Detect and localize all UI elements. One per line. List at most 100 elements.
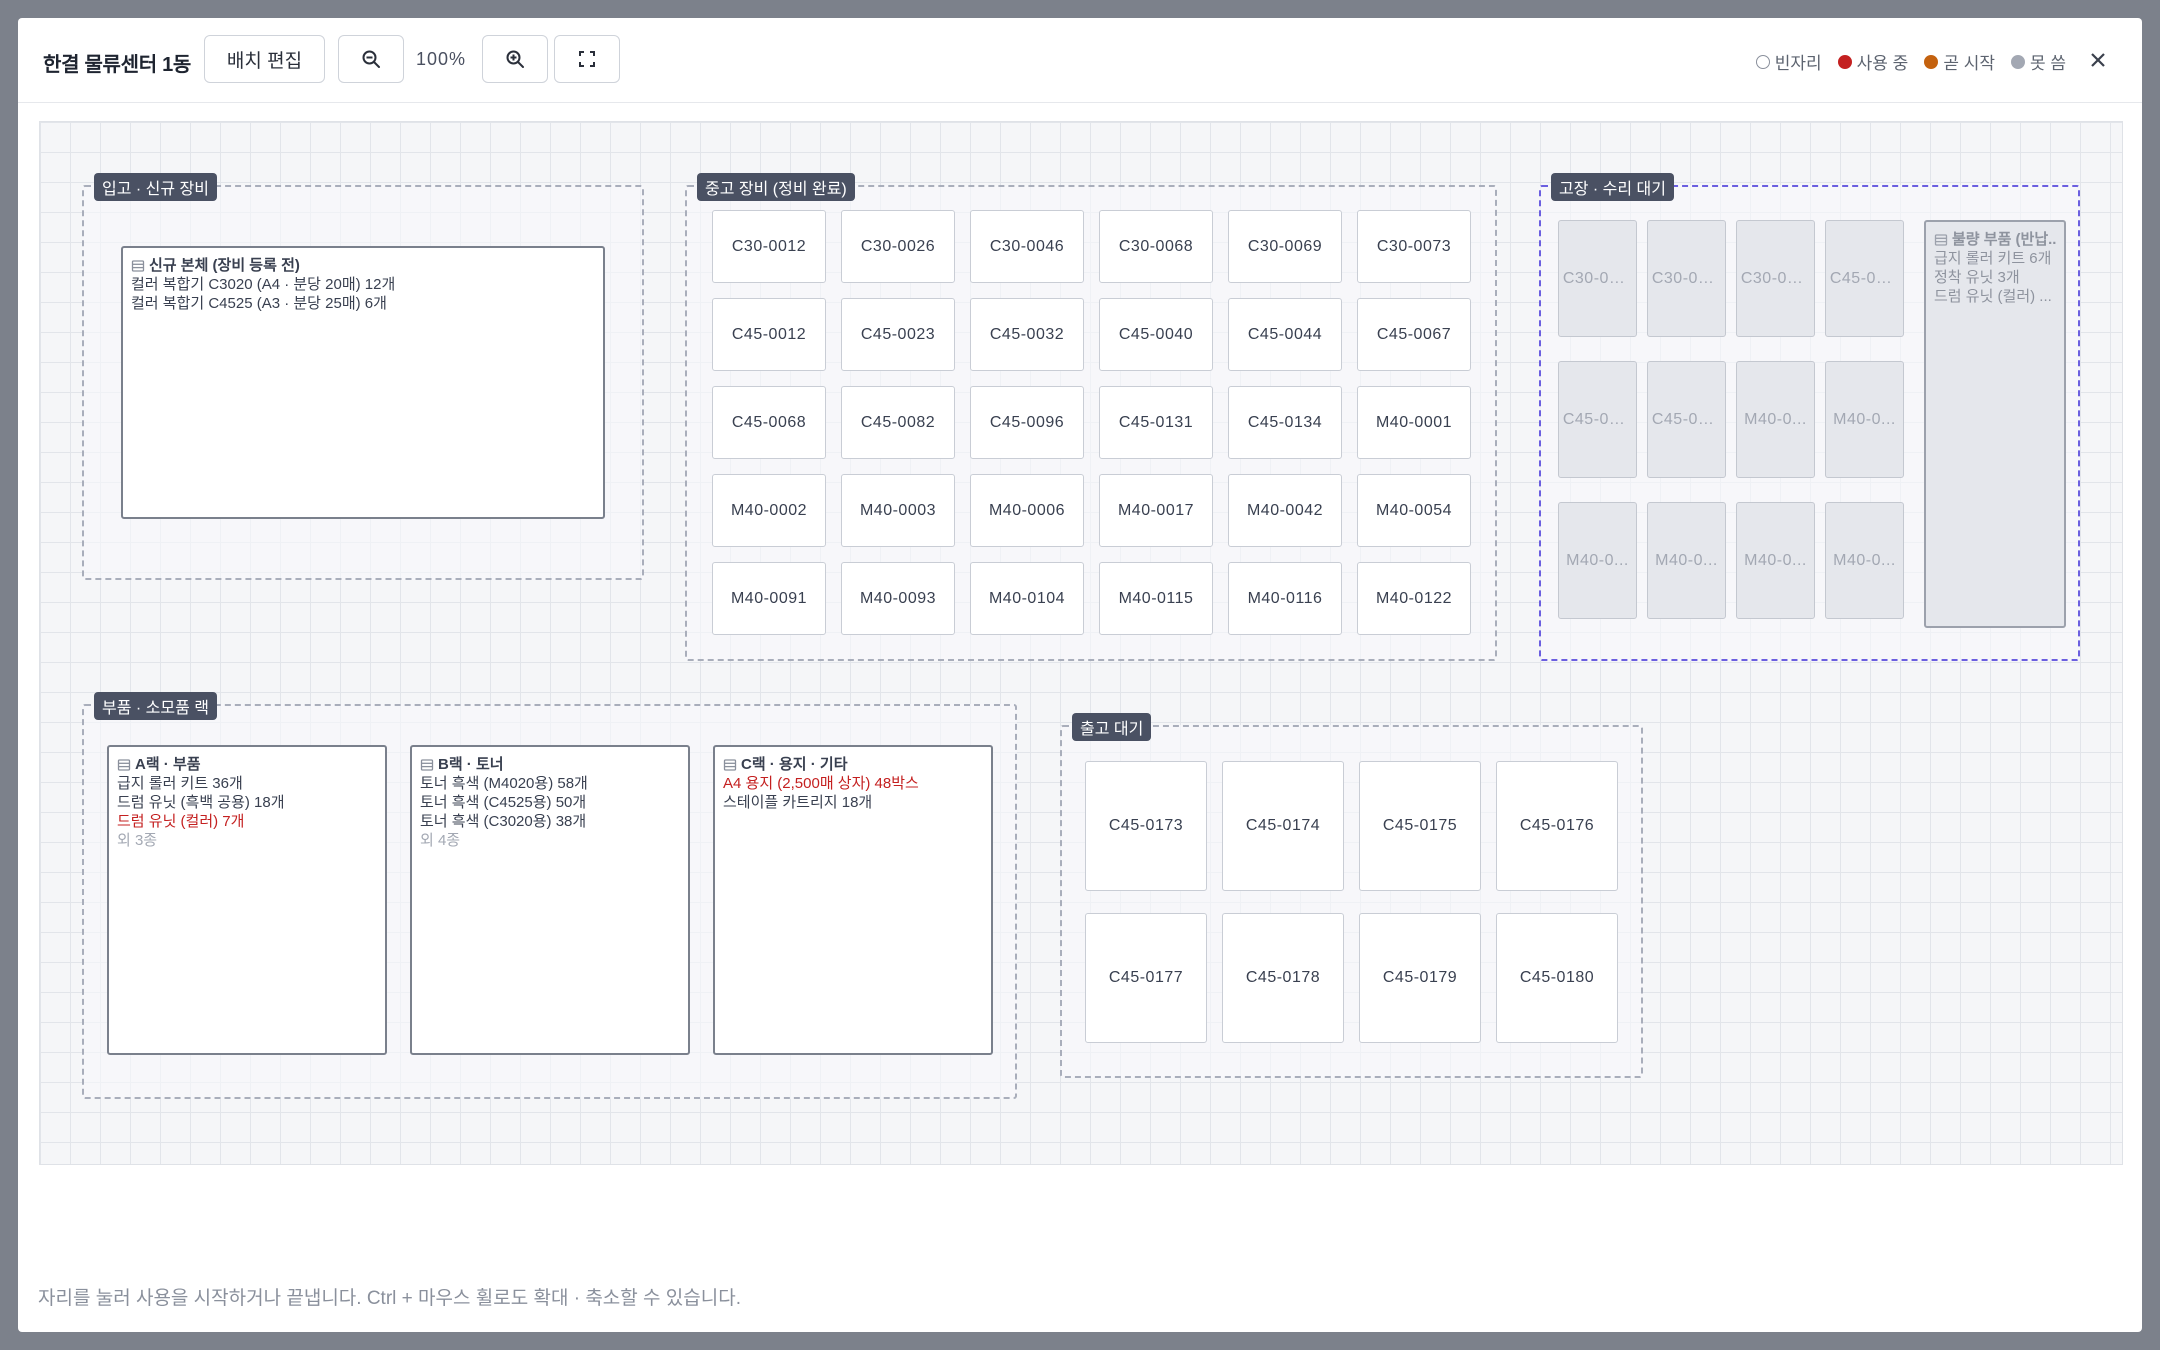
zone-label: 중고 장비 (정비 완료) xyxy=(697,173,855,201)
seat[interactable]: C30-0046 xyxy=(970,210,1084,283)
box-title: A랙 · 부품 xyxy=(117,755,377,774)
legend-item: 못 씀 xyxy=(2010,49,2066,74)
box-line: 정착 유닛 3개 xyxy=(1934,269,2020,286)
seat-label: C30-00... xyxy=(1651,269,1722,287)
seat[interactable]: C30-0069 xyxy=(1228,210,1342,283)
new-equipment-box[interactable]: 신규 본체 (장비 등록 전) 컬러 복합기 C3020 (A4 · 분당 20… xyxy=(121,246,605,519)
seat[interactable]: M40-0... xyxy=(1825,502,1904,619)
seat[interactable]: C45-0012 xyxy=(712,298,826,371)
seat[interactable]: M40-0054 xyxy=(1357,474,1471,547)
seat-label: C30-0046 xyxy=(989,237,1065,255)
seat[interactable]: C30-00... xyxy=(1558,220,1637,337)
seat[interactable]: C45-0067 xyxy=(1357,298,1471,371)
seat[interactable]: M40-0042 xyxy=(1228,474,1342,547)
box-title: C랙 · 용지 · 기타 xyxy=(723,755,983,774)
box-more: 외 4종 xyxy=(420,832,461,849)
seat[interactable]: C45-0176 xyxy=(1496,761,1618,891)
seat[interactable]: M40-0001 xyxy=(1357,386,1471,459)
seat[interactable]: C30-0026 xyxy=(841,210,955,283)
seat-label: C30-0073 xyxy=(1376,237,1452,255)
seat-label: M40-0... xyxy=(1744,551,1807,569)
seat[interactable]: M40-0... xyxy=(1736,502,1815,619)
box-stack-icon xyxy=(131,259,145,273)
seat[interactable]: M40-0116 xyxy=(1228,562,1342,635)
box-more: 외 3종 xyxy=(117,832,158,849)
seat[interactable]: C45-0175 xyxy=(1359,761,1481,891)
seat[interactable]: M40-0017 xyxy=(1099,474,1213,547)
seat-label: C45-0040 xyxy=(1118,325,1194,343)
zoom-out-button[interactable] xyxy=(338,35,404,83)
seat[interactable]: M40-0... xyxy=(1825,361,1904,478)
seat[interactable]: C45-0044 xyxy=(1228,298,1342,371)
zone-label: 출고 대기 xyxy=(1072,713,1152,741)
seat-label: M40-0054 xyxy=(1375,501,1453,519)
seat[interactable]: C45-0173 xyxy=(1085,761,1207,891)
seat[interactable]: C45-0131 xyxy=(1099,386,1213,459)
seat[interactable]: C45-0023 xyxy=(841,298,955,371)
seat[interactable]: C45-0032 xyxy=(970,298,1084,371)
seat[interactable]: C45-0096 xyxy=(970,386,1084,459)
rack-box[interactable]: B랙 · 토너 토너 흑색 (M4020용) 58개 토너 흑색 (C4525용) … xyxy=(410,745,690,1055)
seat[interactable]: C30-00... xyxy=(1736,220,1815,337)
zoom-in-button[interactable] xyxy=(482,35,548,83)
seat-label: C45-0131 xyxy=(1118,413,1194,431)
box-title: 신규 본체 (장비 등록 전) xyxy=(131,256,595,275)
box-line: 컬러 복합기 C3020 (A4 · 분당 20매) 12개 xyxy=(131,276,396,293)
seat-label: C30-0026 xyxy=(860,237,936,255)
seat[interactable]: C45-0180 xyxy=(1496,913,1618,1043)
seat[interactable]: C45-0174 xyxy=(1222,761,1344,891)
zone-label: 입고 · 신규 장비 xyxy=(94,173,217,201)
seat[interactable]: M40-0003 xyxy=(841,474,955,547)
rack-box[interactable]: C랙 · 용지 · 기타 A4 용지 (2,500매 상자) 48박스 스테이플 카… xyxy=(713,745,993,1055)
seat[interactable]: C45-00... xyxy=(1825,220,1904,337)
seat-label: C30-0068 xyxy=(1118,237,1194,255)
seat[interactable]: C45-0068 xyxy=(712,386,826,459)
seat[interactable]: C30-00... xyxy=(1647,220,1726,337)
seat[interactable]: M40-0... xyxy=(1558,502,1637,619)
seat[interactable]: M40-0115 xyxy=(1099,562,1213,635)
seat[interactable]: M40-0... xyxy=(1736,361,1815,478)
zone-label: 부품 · 소모품 랙 xyxy=(94,692,217,720)
seat[interactable]: C45-0179 xyxy=(1359,913,1481,1043)
seat-label: M40-0116 xyxy=(1247,589,1323,607)
seat[interactable]: M40-0006 xyxy=(970,474,1084,547)
seat[interactable]: C30-0068 xyxy=(1099,210,1213,283)
seat-label: C45-0096 xyxy=(989,413,1065,431)
box-line: 컬러 복합기 C4525 (A3 · 분당 25매) 6개 xyxy=(131,295,387,312)
fullscreen-button[interactable] xyxy=(554,35,620,83)
seat[interactable]: M40-0093 xyxy=(841,562,955,635)
status-dot-icon xyxy=(1837,54,1852,69)
box-line: 드럼 유닛 (흑백 공용) 18개 xyxy=(117,794,285,811)
seat[interactable]: M40-0104 xyxy=(970,562,1084,635)
seat[interactable]: C45-0134 xyxy=(1228,386,1342,459)
seat-label: M40-0122 xyxy=(1375,589,1453,607)
seat[interactable]: M40-0... xyxy=(1647,502,1726,619)
seat-label: M40-0091 xyxy=(730,589,808,607)
seat[interactable]: C45-0040 xyxy=(1099,298,1213,371)
zoom-level: 100% xyxy=(416,49,467,69)
legend-item: 빈자리 xyxy=(1755,49,1822,74)
seat-label: C45-0180 xyxy=(1519,969,1595,986)
seat[interactable]: C30-0012 xyxy=(712,210,826,283)
seat-label: C30-0012 xyxy=(731,237,807,255)
box-line: 스테이플 카트리지 18개 xyxy=(723,794,873,811)
seat[interactable]: C45-0178 xyxy=(1222,913,1344,1043)
rack-box[interactable]: A랙 · 부품 급지 롤러 키트 36개 드럼 유닛 (흑백 공용) 18개 드럼 유… xyxy=(107,745,387,1055)
fullscreen-icon xyxy=(577,49,597,69)
seat[interactable]: M40-0122 xyxy=(1357,562,1471,635)
seat-label: C45-0068 xyxy=(731,413,807,431)
seat[interactable]: M40-0091 xyxy=(712,562,826,635)
seat[interactable]: C45-00... xyxy=(1558,361,1637,478)
close-button[interactable] xyxy=(2082,44,2114,76)
seat[interactable]: C30-0073 xyxy=(1357,210,1471,283)
edit-layout-button[interactable]: 배치 편집 xyxy=(204,35,325,83)
defective-parts-box[interactable]: 불량 부품 (반납... 급지 롤러 키트 6개 정착 유닛 3개 드럼 유닛 … xyxy=(1924,220,2066,628)
seat[interactable]: M40-0002 xyxy=(712,474,826,547)
seat[interactable]: C45-00... xyxy=(1647,361,1726,478)
box-title: 불량 부품 (반납... xyxy=(1934,230,2056,249)
seat[interactable]: C45-0082 xyxy=(841,386,955,459)
seat-label: C45-0178 xyxy=(1245,969,1321,986)
seat-label: M40-0... xyxy=(1833,551,1896,569)
floor-canvas[interactable]: 입고 · 신규 장비 신규 본체 (장비 등록 전) 컬러 복합기 C3020 … xyxy=(39,121,2123,1165)
seat[interactable]: C45-0177 xyxy=(1085,913,1207,1043)
